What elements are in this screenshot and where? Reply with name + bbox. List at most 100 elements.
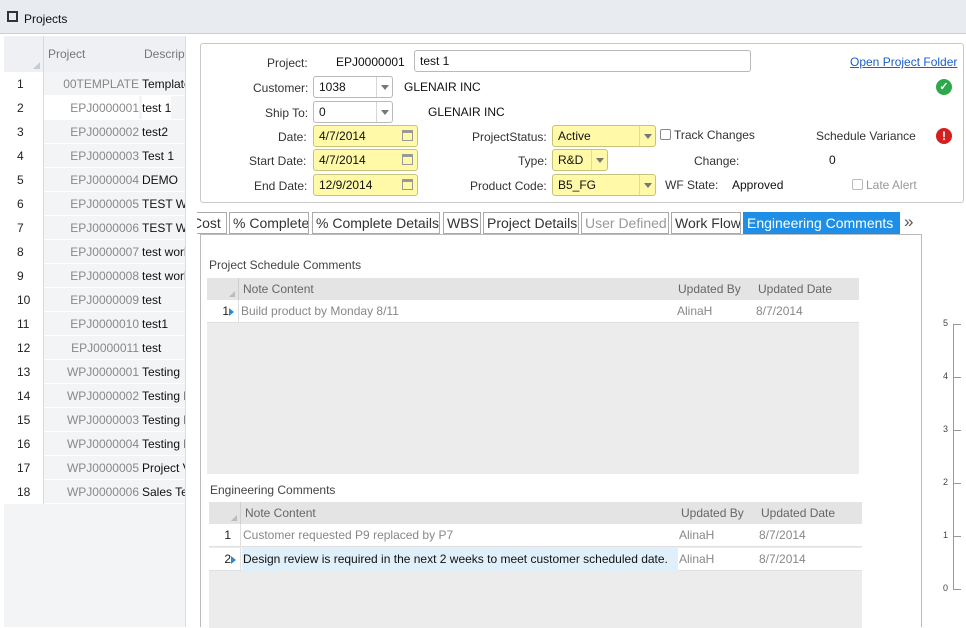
product-code-select[interactable]: B5_FG bbox=[552, 174, 656, 196]
grid-row[interactable]: 4 EPJ0000003 Test 1 bbox=[4, 144, 185, 168]
column-header-project[interactable]: Project bbox=[48, 47, 85, 61]
grid-row[interactable]: 14 WPJ0000002 Testing I bbox=[4, 384, 185, 408]
grid-row[interactable]: 15 WPJ0000003 Testing I bbox=[4, 408, 185, 432]
late-alert-checkbox[interactable] bbox=[852, 179, 863, 190]
grid-row[interactable]: 11 EPJ0000010 test1 bbox=[4, 312, 185, 336]
calendar-icon[interactable] bbox=[402, 154, 413, 165]
project-description-cell[interactable]: test worl bbox=[142, 264, 185, 288]
updated-date-cell[interactable]: 8/7/2014 bbox=[759, 524, 806, 547]
project-description-cell[interactable]: Template bbox=[142, 72, 185, 96]
project-code-cell[interactable]: EPJ0000006 bbox=[44, 216, 139, 240]
table-row[interactable]: 2 Design review is required in the next … bbox=[209, 548, 862, 571]
date-field[interactable]: 4/7/2014 bbox=[313, 125, 418, 147]
open-project-folder-link[interactable]: Open Project Folder bbox=[850, 55, 957, 69]
project-code-cell[interactable]: WPJ0000003 bbox=[44, 408, 139, 432]
project-code-cell[interactable]: EPJ0000010 bbox=[44, 312, 139, 336]
column-header-updated-by[interactable]: Updated By bbox=[678, 502, 758, 524]
type-select[interactable]: R&D bbox=[552, 149, 608, 171]
project-code-cell[interactable]: EPJ0000005 bbox=[44, 192, 139, 216]
project-code-cell[interactable]: EPJ0000008 bbox=[44, 264, 139, 288]
project-description-cell[interactable]: Project V bbox=[142, 456, 185, 480]
project-description-cell[interactable]: Testing I bbox=[142, 408, 185, 432]
start-date-field[interactable]: 4/7/2014 bbox=[313, 149, 418, 171]
project-description-cell[interactable]: test bbox=[142, 288, 161, 312]
updated-by-cell[interactable]: AlinaH bbox=[677, 300, 712, 323]
grid-row[interactable]: 13 WPJ0000001 Testing bbox=[4, 360, 185, 384]
project-code-cell[interactable]: EPJ0000003 bbox=[44, 144, 139, 168]
tabs-overflow-icon[interactable]: » bbox=[904, 212, 913, 232]
project-description-cell[interactable]: test 1 bbox=[142, 96, 172, 120]
calendar-icon[interactable] bbox=[402, 130, 413, 141]
column-header-note[interactable]: Note Content bbox=[241, 502, 678, 524]
grid-row[interactable]: 1 00TEMPLATE Template bbox=[4, 72, 185, 96]
project-code-cell[interactable]: EPJ0000009 bbox=[44, 288, 139, 312]
note-cell[interactable]: Customer requested P9 replaced by P7 bbox=[243, 524, 453, 547]
column-header-updated-date[interactable]: Updated Date bbox=[755, 278, 859, 300]
end-date-field[interactable]: 12/9/2014 bbox=[313, 174, 418, 196]
project-description-cell[interactable]: test1 bbox=[142, 312, 168, 336]
project-code-cell[interactable]: WPJ0000006 bbox=[44, 480, 139, 504]
grid-row[interactable]: 5 EPJ0000004 DEMO bbox=[4, 168, 185, 192]
grid-row[interactable]: 9 EPJ0000008 test worl bbox=[4, 264, 185, 288]
tab-percent-complete[interactable]: % Complete bbox=[229, 212, 309, 234]
column-header-note[interactable]: Note Content bbox=[239, 278, 675, 300]
project-description-cell[interactable]: Testing bbox=[142, 360, 180, 384]
project-code-cell[interactable]: WPJ0000005 bbox=[44, 456, 139, 480]
tab-wbs[interactable]: WBS bbox=[443, 212, 481, 234]
calendar-icon[interactable] bbox=[402, 179, 413, 190]
project-code-cell[interactable]: WPJ0000004 bbox=[44, 432, 139, 456]
updated-date-cell[interactable]: 8/7/2014 bbox=[756, 300, 803, 323]
project-description-cell[interactable]: DEMO bbox=[142, 168, 178, 192]
tab-user-defined[interactable]: User Defined bbox=[581, 212, 669, 234]
project-code-cell[interactable]: WPJ0000002 bbox=[44, 384, 139, 408]
shipto-select[interactable]: 0 bbox=[313, 101, 393, 123]
updated-by-cell[interactable]: AlinaH bbox=[679, 524, 714, 547]
project-description-cell[interactable]: test2 bbox=[142, 120, 168, 144]
grid-row[interactable]: 3 EPJ0000002 test2 bbox=[4, 120, 185, 144]
grid-row[interactable]: 6 EPJ0000005 TEST W bbox=[4, 192, 185, 216]
tab-percent-complete-details[interactable]: % Complete Details bbox=[312, 212, 440, 234]
project-description-cell[interactable]: test worl bbox=[142, 240, 185, 264]
grid-row[interactable]: 16 WPJ0000004 Testing I bbox=[4, 432, 185, 456]
column-header-updated-by[interactable]: Updated By bbox=[675, 278, 755, 300]
project-code-cell[interactable]: 00TEMPLATE bbox=[44, 72, 139, 96]
project-code-cell[interactable]: EPJ0000002 bbox=[44, 120, 139, 144]
table-row[interactable]: 1 Customer requested P9 replaced by P7 A… bbox=[209, 524, 862, 547]
table-row[interactable]: 1 Build product by Monday 8/11 AlinaH 8/… bbox=[207, 300, 859, 323]
tab-cost[interactable]: Cost bbox=[197, 212, 227, 234]
column-header-description[interactable]: Descript bbox=[144, 47, 185, 61]
grid-row[interactable]: 12 EPJ0000011 test bbox=[4, 336, 185, 360]
customer-select[interactable]: 1038 bbox=[313, 76, 393, 98]
note-cell[interactable]: Design review is required in the next 2 … bbox=[242, 548, 678, 571]
project-code-cell[interactable]: WPJ0000001 bbox=[44, 360, 139, 384]
project-description-cell[interactable]: Test 1 bbox=[142, 144, 174, 168]
tab-engineering-comments[interactable]: Engineering Comments bbox=[743, 212, 900, 234]
project-code-cell[interactable]: EPJ0000004 bbox=[44, 168, 139, 192]
updated-by-cell[interactable]: AlinaH bbox=[679, 548, 714, 571]
grid-row[interactable]: 7 EPJ0000006 TEST W bbox=[4, 216, 185, 240]
grid-row[interactable]: 17 WPJ0000005 Project V bbox=[4, 456, 185, 480]
note-cell[interactable]: Build product by Monday 8/11 bbox=[241, 300, 399, 323]
grid-row[interactable]: 2 EPJ0000001 test 1 bbox=[4, 96, 185, 120]
table-corner[interactable] bbox=[207, 278, 239, 300]
project-code-cell[interactable]: EPJ0000001 bbox=[44, 96, 139, 120]
table-corner[interactable] bbox=[209, 502, 241, 524]
grid-row[interactable]: 8 EPJ0000007 test worl bbox=[4, 240, 185, 264]
project-description-cell[interactable]: test bbox=[142, 336, 161, 360]
project-description-cell[interactable]: Sales Te bbox=[142, 480, 185, 504]
tab-work-flow[interactable]: Work Flow bbox=[671, 212, 741, 234]
project-name-field[interactable]: test 1 bbox=[414, 50, 751, 72]
grid-row[interactable]: 18 WPJ0000006 Sales Te bbox=[4, 480, 185, 504]
project-status-select[interactable]: Active bbox=[552, 125, 656, 147]
grid-row[interactable]: 10 EPJ0000009 test bbox=[4, 288, 185, 312]
project-description-cell[interactable]: Testing I bbox=[142, 432, 185, 456]
tab-project-details[interactable]: Project Details bbox=[483, 212, 579, 234]
project-code-cell[interactable]: EPJ0000007 bbox=[44, 240, 139, 264]
grid-corner[interactable] bbox=[4, 36, 44, 72]
column-header-updated-date[interactable]: Updated Date bbox=[758, 502, 862, 524]
project-description-cell[interactable]: Testing I bbox=[142, 384, 185, 408]
updated-date-cell[interactable]: 8/7/2014 bbox=[759, 548, 806, 571]
track-changes-checkbox[interactable] bbox=[660, 129, 671, 140]
project-description-cell[interactable]: TEST W bbox=[142, 192, 185, 216]
project-code-cell[interactable]: EPJ0000011 bbox=[44, 336, 139, 360]
